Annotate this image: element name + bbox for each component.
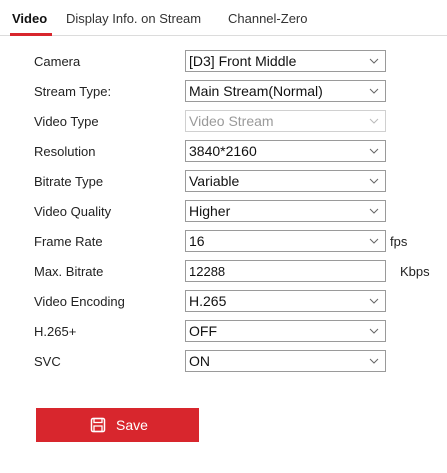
save-button-label: Save [116,417,148,433]
stream-type-value: Main Stream(Normal) [189,83,323,99]
h265plus-select[interactable]: OFF [185,320,386,342]
chevron-down-icon [369,148,379,154]
resolution-label: Resolution [34,144,96,159]
frame-rate-select[interactable]: 16 [185,230,386,252]
video-type-row: Video Type Video Stream [0,108,447,136]
max-bitrate-label: Max. Bitrate [34,264,104,279]
bitrate-type-value: Variable [189,173,240,189]
tab-bar: Video Display Info. on Stream Channel-Ze… [0,0,447,36]
camera-label: Camera [34,54,81,69]
frame-rate-label: Frame Rate [34,234,103,249]
svc-label: SVC [34,354,61,369]
resolution-value: 3840*2160 [189,143,257,159]
video-type-label: Video Type [34,114,99,129]
tab-video[interactable]: Video [12,11,47,26]
chevron-down-icon [369,118,379,124]
bitrate-type-label: Bitrate Type [34,174,104,189]
max-bitrate-input[interactable] [185,260,386,282]
chevron-down-icon [369,178,379,184]
video-quality-value: Higher [189,203,231,219]
video-type-select: Video Stream [185,110,386,132]
resolution-select[interactable]: 3840*2160 [185,140,386,162]
video-encoding-value: H.265 [189,293,227,309]
h265plus-value: OFF [189,323,217,339]
video-quality-row: Video Quality Higher [0,198,447,226]
svc-select[interactable]: ON [185,350,386,372]
stream-type-label: Stream Type: [34,84,112,99]
bitrate-type-select[interactable]: Variable [185,170,386,192]
video-quality-label: Video Quality [34,204,112,219]
tab-channel-zero[interactable]: Channel-Zero [228,11,308,26]
camera-value: [D3] Front Middle [189,53,297,69]
max-bitrate-row: Max. Bitrate Kbps [0,258,447,286]
frame-rate-value: 16 [189,233,205,249]
stream-type-row: Stream Type: Main Stream(Normal) [0,78,447,106]
max-bitrate-unit: Kbps [400,264,430,279]
h265plus-label: H.265+ [34,324,77,339]
chevron-down-icon [369,58,379,64]
chevron-down-icon [369,238,379,244]
frame-rate-unit: fps [390,234,408,249]
video-quality-select[interactable]: Higher [185,200,386,222]
video-type-value: Video Stream [189,113,274,129]
svc-row: SVC ON [0,348,447,376]
active-tab-indicator [10,33,52,36]
chevron-down-icon [369,358,379,364]
camera-row: Camera [D3] Front Middle [0,48,447,76]
save-icon [90,417,106,433]
video-encoding-select[interactable]: H.265 [185,290,386,312]
camera-select[interactable]: [D3] Front Middle [185,50,386,72]
chevron-down-icon [369,328,379,334]
save-button[interactable]: Save [36,408,199,442]
chevron-down-icon [369,298,379,304]
svc-value: ON [189,353,210,369]
video-encoding-row: Video Encoding H.265 [0,288,447,316]
chevron-down-icon [369,208,379,214]
bitrate-type-row: Bitrate Type Variable [0,168,447,196]
resolution-row: Resolution 3840*2160 [0,138,447,166]
video-encoding-label: Video Encoding [34,294,125,309]
h265plus-row: H.265+ OFF [0,318,447,346]
frame-rate-row: Frame Rate 16 fps [0,228,447,256]
tab-display-info-on-stream[interactable]: Display Info. on Stream [66,11,201,26]
stream-type-select[interactable]: Main Stream(Normal) [185,80,386,102]
chevron-down-icon [369,88,379,94]
